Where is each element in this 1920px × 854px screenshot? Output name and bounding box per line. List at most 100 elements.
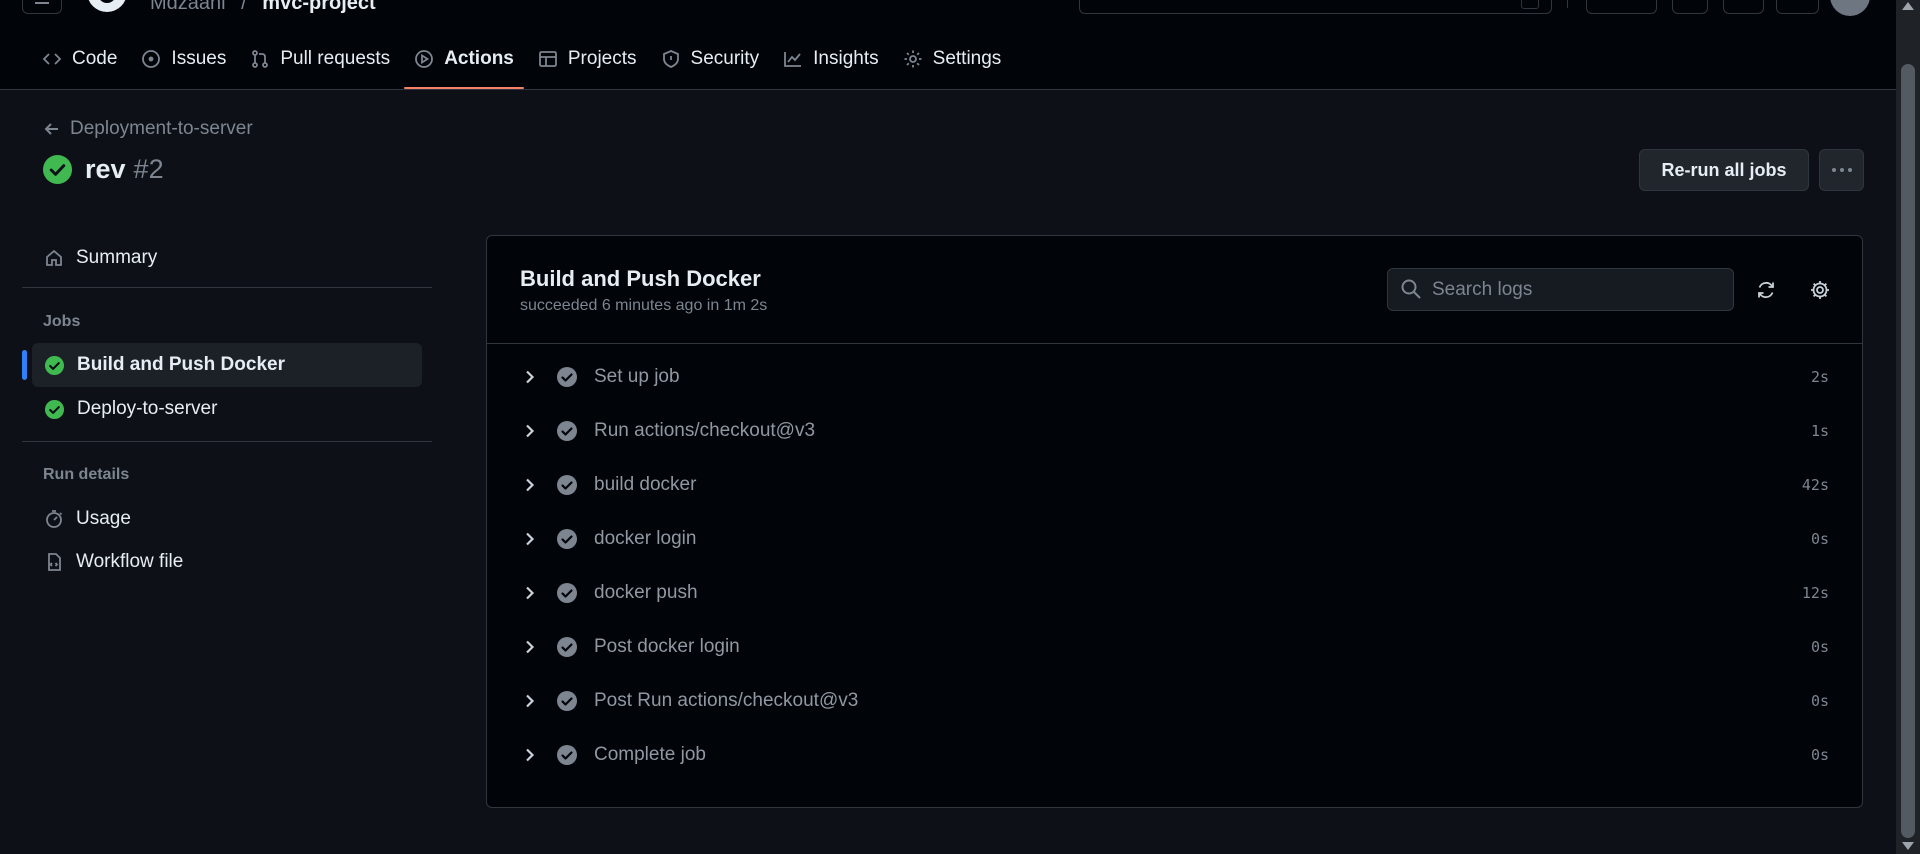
chevron-right-icon bbox=[526, 640, 535, 654]
pull-requests-button[interactable] bbox=[1723, 0, 1764, 14]
home-icon bbox=[46, 249, 62, 266]
run-number: #2 bbox=[133, 154, 164, 184]
chevron-right-icon bbox=[526, 748, 535, 762]
more-options-button[interactable] bbox=[1819, 149, 1864, 191]
global-header: Mdzaahi / mvc-project Code Issues Pull r… bbox=[0, 0, 1896, 90]
file-code-icon bbox=[48, 553, 61, 571]
search-shortcut-badge bbox=[1521, 0, 1539, 9]
tab-label: Issues bbox=[171, 48, 227, 69]
step-name: Post docker login bbox=[594, 636, 740, 657]
tab-issues[interactable]: Issues bbox=[129, 43, 238, 75]
repo-owner-link[interactable]: Mdzaahi bbox=[150, 0, 226, 14]
tab-label: Pull requests bbox=[280, 48, 391, 69]
step-duration: 42s bbox=[1801, 476, 1829, 494]
check-circle-fill-icon bbox=[557, 529, 577, 549]
arrow-left-icon bbox=[44, 123, 58, 135]
step-duration: 2s bbox=[1810, 368, 1829, 386]
sidebar-divider bbox=[22, 287, 432, 288]
tab-insights[interactable]: Insights bbox=[771, 43, 890, 75]
step-duration: 12s bbox=[1801, 584, 1829, 602]
refresh-button[interactable] bbox=[1749, 273, 1783, 307]
jobs-heading: Jobs bbox=[43, 313, 81, 330]
scroll-up-arrow-icon[interactable] bbox=[1902, 2, 1914, 10]
issue-opened-icon bbox=[142, 50, 161, 68]
step-duration: 1s bbox=[1810, 422, 1829, 440]
step-name: build docker bbox=[594, 474, 697, 495]
gear-icon bbox=[904, 50, 922, 68]
step-name: docker push bbox=[594, 582, 698, 603]
check-circle-fill-icon bbox=[557, 367, 577, 387]
kebab-horizontal-icon bbox=[1831, 168, 1852, 172]
check-circle-fill-icon bbox=[557, 421, 577, 441]
job-status-text: succeeded 6 minutes ago in 1m 2s bbox=[520, 297, 768, 314]
check-circle-fill-icon bbox=[44, 355, 65, 375]
code-icon bbox=[42, 53, 62, 65]
step-duration: 0s bbox=[1810, 530, 1829, 548]
check-circle-fill-icon bbox=[44, 399, 65, 419]
user-avatar[interactable] bbox=[1830, 0, 1870, 16]
scroll-down-arrow-icon[interactable] bbox=[1902, 842, 1914, 850]
breadcrumb-separator: / bbox=[241, 0, 247, 14]
chevron-right-icon bbox=[526, 478, 535, 492]
sidebar-item-label: Workflow file bbox=[76, 551, 184, 572]
step-row[interactable]: docker push 12s bbox=[487, 571, 1862, 615]
chevron-right-icon bbox=[526, 694, 535, 708]
repo-nav: Code Issues Pull requests Actions Projec… bbox=[30, 43, 1013, 89]
table-icon bbox=[538, 51, 557, 67]
search-icon bbox=[1401, 279, 1421, 299]
chevron-right-icon bbox=[526, 586, 535, 600]
run-title: rev #2 bbox=[42, 154, 164, 185]
rerun-all-jobs-button[interactable]: Re-run all jobs bbox=[1639, 149, 1809, 191]
step-row[interactable]: Post docker login 0s bbox=[487, 625, 1862, 669]
inbox-button[interactable] bbox=[1776, 0, 1819, 14]
sidebar-item-summary[interactable]: Summary bbox=[32, 236, 422, 280]
tab-pull-requests[interactable]: Pull requests bbox=[238, 43, 402, 75]
step-row[interactable]: build docker 42s bbox=[487, 463, 1862, 507]
tab-label: Code bbox=[72, 48, 118, 69]
step-name: Post Run actions/checkout@v3 bbox=[594, 690, 859, 711]
check-circle-fill-icon bbox=[557, 475, 577, 495]
selected-indicator bbox=[22, 350, 27, 380]
sidebar-divider bbox=[22, 441, 432, 442]
tab-label: Projects bbox=[567, 48, 637, 69]
job-title: Build and Push Docker bbox=[520, 266, 761, 291]
check-circle-fill-icon bbox=[557, 583, 577, 603]
back-to-workflow-link[interactable]: Deployment-to-server bbox=[44, 118, 253, 140]
check-circle-fill-icon bbox=[42, 154, 73, 185]
tab-actions[interactable]: Actions bbox=[402, 43, 526, 89]
log-settings-button[interactable] bbox=[1803, 273, 1837, 307]
check-circle-fill-icon bbox=[557, 691, 577, 711]
tab-label: Insights bbox=[813, 48, 879, 69]
sync-icon bbox=[1758, 281, 1774, 299]
tab-label: Actions bbox=[444, 48, 514, 69]
sidebar-item-label: Summary bbox=[76, 247, 158, 268]
sidebar-job-build-and-push-docker[interactable]: Build and Push Docker bbox=[32, 343, 422, 387]
chevron-right-icon bbox=[526, 424, 535, 438]
sidebar-item-workflow-file[interactable]: Workflow file bbox=[32, 540, 422, 584]
tab-projects[interactable]: Projects bbox=[526, 43, 649, 75]
tab-code[interactable]: Code bbox=[30, 43, 129, 75]
global-search-input[interactable] bbox=[1079, 0, 1552, 14]
search-logs-input[interactable] bbox=[1387, 268, 1734, 311]
sidebar-job-deploy-to-server[interactable]: Deploy-to-server bbox=[32, 387, 422, 431]
step-row[interactable]: docker login 0s bbox=[487, 517, 1862, 561]
job-log-panel: Build and Push Docker succeeded 6 minute… bbox=[486, 235, 1863, 808]
page-scrollbar[interactable] bbox=[1896, 0, 1920, 854]
step-name: Set up job bbox=[594, 366, 680, 387]
tab-security[interactable]: Security bbox=[649, 43, 772, 75]
scrollbar-thumb[interactable] bbox=[1901, 64, 1915, 838]
create-new-button[interactable] bbox=[1586, 0, 1657, 14]
step-row[interactable]: Set up job 2s bbox=[487, 355, 1862, 399]
step-name: Complete job bbox=[594, 744, 706, 765]
step-row[interactable]: Complete job 0s bbox=[487, 733, 1862, 777]
sidebar-item-usage[interactable]: Usage bbox=[32, 497, 422, 541]
tab-settings[interactable]: Settings bbox=[891, 43, 1014, 75]
step-row[interactable]: Post Run actions/checkout@v3 0s bbox=[487, 679, 1862, 723]
github-logo-icon[interactable] bbox=[84, 0, 130, 14]
issues-button[interactable] bbox=[1672, 0, 1708, 14]
repo-name-link[interactable]: mvc-project bbox=[262, 0, 375, 14]
hamburger-menu-button[interactable] bbox=[22, 0, 62, 14]
step-row[interactable]: Run actions/checkout@v3 1s bbox=[487, 409, 1862, 453]
sidebar-item-label: Build and Push Docker bbox=[77, 354, 285, 375]
graph-icon bbox=[784, 52, 802, 67]
